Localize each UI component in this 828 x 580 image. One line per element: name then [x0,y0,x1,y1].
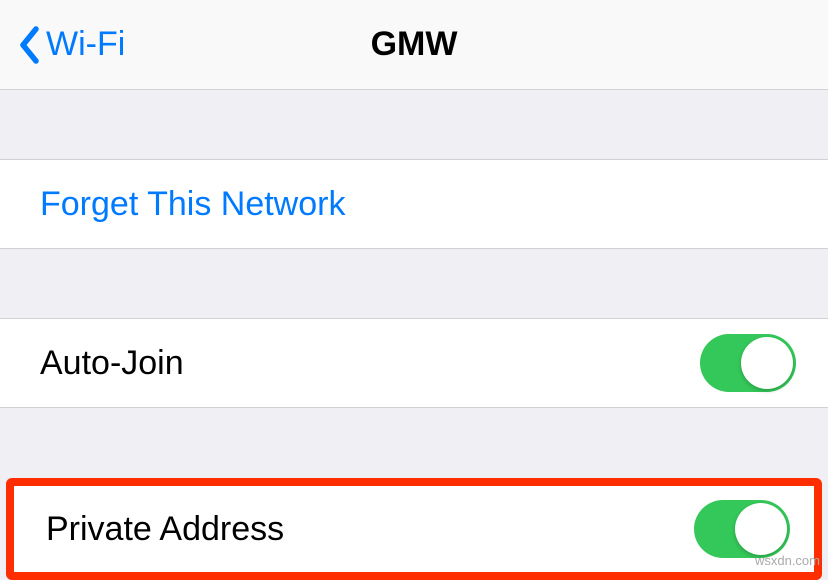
toggle-knob [735,503,787,555]
private-address-label: Private Address [46,510,284,549]
back-label: Wi-Fi [46,25,125,64]
auto-join-label: Auto-Join [40,344,184,383]
watermark: wsxdn.com [755,553,820,568]
private-address-row: Private Address [14,486,814,572]
private-address-toggle[interactable] [694,500,790,558]
page-title: GMW [371,25,458,64]
auto-join-toggle[interactable] [700,334,796,392]
section-spacer [0,90,828,160]
forget-network-button[interactable]: Forget This Network [0,160,828,248]
chevron-left-icon [18,26,40,64]
auto-join-row: Auto-Join [0,319,828,407]
highlight-box: Private Address [6,478,822,580]
section-spacer [0,248,828,319]
navbar: Wi-Fi GMW [0,0,828,90]
toggle-knob [741,337,793,389]
forget-network-label: Forget This Network [40,185,345,224]
section-spacer [0,407,828,478]
back-button[interactable]: Wi-Fi [0,25,125,64]
